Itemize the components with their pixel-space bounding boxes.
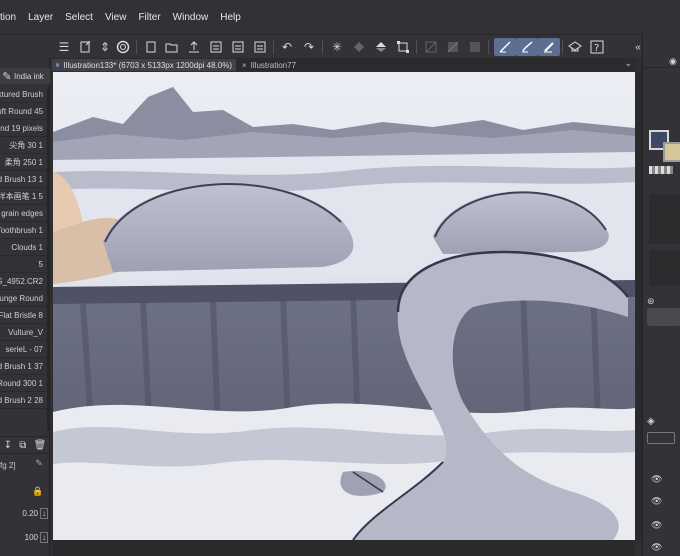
lock-icon[interactable]: 🔒: [32, 486, 43, 497]
layer-tab-label: fg 2]: [0, 460, 16, 470]
menu-layer[interactable]: Layer: [28, 12, 53, 23]
transform-icon[interactable]: [394, 38, 412, 56]
sort-icon[interactable]: ⇕: [96, 38, 114, 56]
brush-item[interactable]: Clouds 1: [0, 239, 47, 256]
canvas-footer: [53, 540, 635, 556]
brush-tip-icon: ✎: [2, 70, 12, 83]
snap-grid-icon[interactable]: [466, 38, 484, 56]
trash-icon[interactable]: 🗑: [34, 440, 47, 451]
eye-icon[interactable]: 👁: [651, 496, 662, 507]
document-tabs: Illustration133* (6703 x 5133px 1200dpi …: [52, 58, 636, 71]
svg-text:?: ?: [594, 43, 599, 54]
brush-item[interactable]: 样本画笔 1 5: [0, 188, 47, 205]
brush-item[interactable]: Toothbrush 1: [0, 222, 47, 239]
color-wheel-icon[interactable]: ◉: [669, 56, 677, 67]
brush-item[interactable]: ed Brush 2 28: [0, 392, 47, 409]
brush-list-scrollbar[interactable]: [47, 86, 50, 431]
value-row-1: 0.20 ↓: [0, 505, 50, 521]
eye-icon[interactable]: 👁: [651, 520, 662, 531]
brush-item[interactable]: 尖角 30 1: [0, 137, 47, 154]
brush-item[interactable]: G_4952.CR2: [0, 273, 47, 290]
export-2-icon[interactable]: [229, 38, 247, 56]
snap-ruler-icon[interactable]: [422, 38, 440, 56]
tab-dropdown-icon[interactable]: ⌄: [624, 58, 632, 69]
transparent-swatch[interactable]: [649, 166, 673, 174]
menu-view[interactable]: View: [105, 12, 127, 23]
layer-property-box: [647, 308, 680, 326]
tab-illustration77[interactable]: × Illustration77: [238, 59, 328, 71]
stroke-preview: [649, 250, 680, 286]
clip-studio-icon[interactable]: [114, 38, 132, 56]
brush-item[interactable]: und 19 pixels: [0, 120, 47, 137]
brush-item[interactable]: s grain edges: [0, 205, 47, 222]
tab-dot-icon: [56, 63, 60, 67]
command-bar: ☰ ⇕ ↶ ↷ ✳ ? «: [0, 34, 680, 58]
menu-animation[interactable]: tion: [0, 12, 16, 23]
eye-icon[interactable]: 👁: [651, 474, 662, 485]
snap-special-icon[interactable]: [444, 38, 462, 56]
open-folder-icon[interactable]: [163, 38, 181, 56]
brush-item[interactable]: Round 300 1: [0, 375, 47, 392]
secondary-color-swatch[interactable]: [663, 142, 680, 162]
artwork: [53, 72, 635, 540]
pen-active-icon[interactable]: [494, 38, 516, 56]
value-field-2[interactable]: 100: [25, 533, 38, 542]
export-3-icon[interactable]: [251, 38, 269, 56]
brush-item[interactable]: ed Brush 13 1: [0, 171, 47, 188]
hat-icon[interactable]: [566, 38, 584, 56]
brush-list: extured Brush oft Round 45 und 19 pixels…: [0, 86, 47, 409]
layer-header-icon[interactable]: ⊛: [647, 296, 655, 307]
download-icon[interactable]: ↓: [40, 531, 48, 543]
menu-select[interactable]: Select: [65, 12, 93, 23]
help-icon[interactable]: ?: [588, 38, 606, 56]
new-file-icon[interactable]: [76, 38, 94, 56]
layer-tab[interactable]: fg 2]: [0, 458, 30, 472]
brush-item[interactable]: serieL - 07: [0, 341, 47, 358]
loading-icon[interactable]: ✳: [328, 38, 346, 56]
fill-icon[interactable]: [350, 38, 368, 56]
menu-icon[interactable]: ☰: [55, 38, 73, 56]
export-icon[interactable]: [207, 38, 225, 56]
right-panel: ◉ ⊛ ◈ 👁 👁 👁 👁: [642, 34, 680, 556]
layer-mode-dropdown[interactable]: [647, 432, 675, 444]
save-icon[interactable]: [185, 38, 203, 56]
value-field-1[interactable]: 0.20: [22, 509, 38, 518]
tab-illustration133[interactable]: Illustration133* (6703 x 5133px 1200dpi …: [52, 59, 236, 71]
pen-tab-icon[interactable]: ✎: [30, 458, 48, 472]
current-brush-name: India ink: [14, 71, 44, 81]
fill-color-icon[interactable]: [372, 38, 390, 56]
brush-item[interactable]: 5: [0, 256, 47, 273]
duplicate-icon[interactable]: ⧉: [19, 440, 26, 451]
brush-item[interactable]: oft Round 45: [0, 103, 47, 120]
brush-active-icon[interactable]: [516, 38, 538, 56]
subtool-panel: ✎ India ink extured Brush oft Round 45 u…: [0, 58, 50, 556]
brush-item[interactable]: ed Brush 1 37: [0, 358, 47, 375]
close-icon[interactable]: ×: [242, 61, 247, 70]
menu-filter[interactable]: Filter: [138, 12, 160, 23]
download-icon[interactable]: ↓: [40, 507, 48, 519]
brush-item[interactable]: Vulture_V: [0, 324, 47, 341]
brush-item[interactable]: extured Brush: [0, 86, 47, 103]
brush-item[interactable]: Flat Bristle 8: [0, 307, 47, 324]
drawing-canvas[interactable]: [53, 72, 635, 540]
new-canvas-icon[interactable]: [142, 38, 160, 56]
brush-item[interactable]: Grunge Round: [0, 290, 47, 307]
brush-preview: [649, 194, 680, 244]
menu-help[interactable]: Help: [220, 12, 241, 23]
menu-bar: tion Layer Select View Filter Window Hel…: [0, 0, 680, 34]
tab-label: Illustration77: [250, 60, 297, 70]
tab-label: Illustration133* (6703 x 5133px 1200dpi …: [63, 60, 232, 70]
settings-icon[interactable]: ↧: [4, 440, 12, 451]
layers-icon[interactable]: ◈: [647, 416, 655, 427]
redo-icon[interactable]: ↷: [300, 38, 318, 56]
value-row-2: 100 ↓: [0, 529, 50, 545]
eraser-active-icon[interactable]: [538, 38, 560, 56]
menu-window[interactable]: Window: [173, 12, 209, 23]
brush-item[interactable]: 柔角 250 1: [0, 154, 47, 171]
undo-icon[interactable]: ↶: [278, 38, 296, 56]
eye-icon[interactable]: 👁: [651, 542, 662, 553]
current-brush-bar[interactable]: ✎ India ink: [0, 68, 50, 84]
subtool-actions: ↧ ⧉ 🗑: [0, 436, 50, 454]
panel-header: ◉: [643, 56, 680, 68]
